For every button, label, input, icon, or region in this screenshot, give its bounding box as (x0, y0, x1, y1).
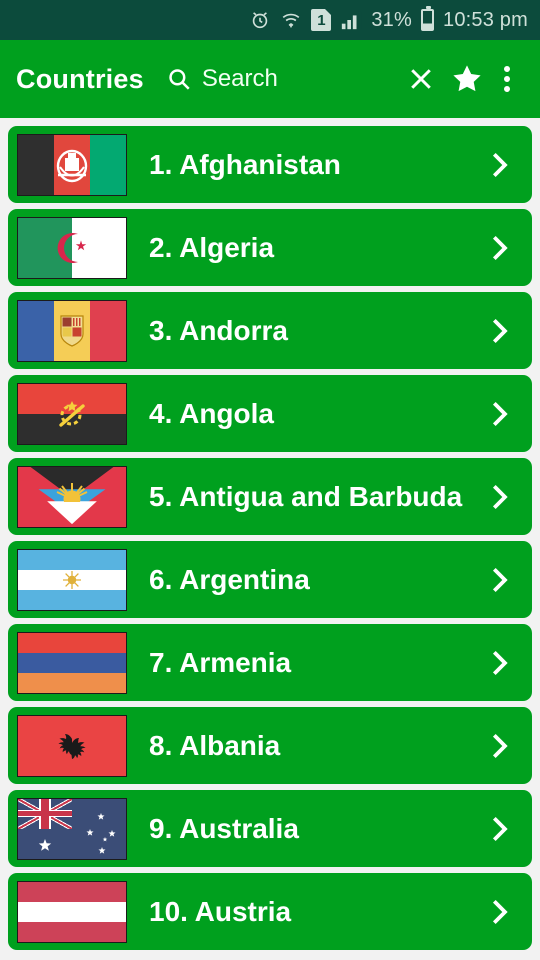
list-item[interactable]: 6. Argentina (8, 541, 532, 618)
list-item[interactable]: 8. Albania (8, 707, 532, 784)
country-name-label: 3. Andorra (149, 314, 288, 346)
country-flag-icon (17, 299, 127, 362)
status-bar: 1 31% 10:53 pm (0, 0, 540, 40)
chevron-right-icon[interactable] (476, 478, 524, 516)
country-name-label: 1. Afghanistan (149, 148, 341, 180)
sim-indicator-icon: 1 (311, 9, 332, 31)
country-flag-icon (17, 548, 127, 611)
country-flag-icon (17, 465, 127, 528)
list-item[interactable]: 10. Austria (8, 873, 532, 950)
chevron-right-icon[interactable] (476, 229, 524, 267)
country-name-label: 5. Antigua and Barbuda (149, 480, 463, 512)
search-icon[interactable] (166, 66, 192, 92)
chevron-right-icon[interactable] (476, 644, 524, 682)
search-input[interactable]: Search (166, 65, 398, 93)
more-vertical-icon[interactable] (490, 64, 524, 94)
country-flag-icon (17, 714, 127, 777)
alarm-clock-icon (249, 9, 271, 31)
chevron-right-icon[interactable] (476, 395, 524, 433)
app-bar: Countries Search (0, 40, 540, 118)
country-name-label: 9. Australia (149, 812, 299, 844)
list-item[interactable]: 7. Armenia (8, 624, 532, 701)
page-title: Countries (16, 63, 144, 94)
country-flag-icon (17, 797, 127, 860)
list-item[interactable]: 2. Algeria (8, 209, 532, 286)
chevron-right-icon[interactable] (476, 810, 524, 848)
close-icon[interactable] (398, 64, 444, 94)
chevron-right-icon[interactable] (476, 146, 524, 184)
battery-percent-label: 31% (371, 8, 412, 31)
wifi-icon (280, 9, 302, 31)
battery-icon (421, 6, 434, 31)
country-name-label: 6. Argentina (149, 563, 310, 595)
country-flag-icon (17, 133, 127, 196)
chevron-right-icon[interactable] (476, 727, 524, 765)
list-item[interactable]: 1. Afghanistan (8, 126, 532, 203)
country-name-label: 4. Angola (149, 397, 274, 429)
list-item[interactable]: 5. Antigua and Barbuda (8, 458, 532, 535)
chevron-right-icon[interactable] (476, 312, 524, 350)
list-item[interactable]: 3. Andorra (8, 292, 532, 369)
star-icon[interactable] (444, 62, 490, 96)
country-name-label: 7. Armenia (149, 646, 292, 678)
list-item[interactable]: 4. Angola (8, 375, 532, 452)
list-item[interactable]: 9. Australia (8, 790, 532, 867)
country-flag-icon (17, 382, 127, 445)
search-placeholder: Search (201, 65, 278, 92)
country-flag-icon (17, 631, 127, 694)
country-flag-icon (17, 216, 127, 279)
country-list[interactable]: 1. Afghanistan 2. Algeria 3. Andorra 4. … (0, 118, 540, 960)
signal-bars-icon (340, 9, 362, 31)
app-root: 1 31% 10:53 pm Countries Search 1. Afgha… (0, 0, 540, 960)
country-name-label: 8. Albania (149, 729, 281, 761)
country-name-label: 2. Algeria (149, 231, 275, 263)
country-name-label: 10. Austria (149, 895, 292, 927)
chevron-right-icon[interactable] (476, 893, 524, 931)
country-flag-icon (17, 880, 127, 943)
clock-label: 10:53 pm (443, 8, 528, 31)
chevron-right-icon[interactable] (476, 561, 524, 599)
